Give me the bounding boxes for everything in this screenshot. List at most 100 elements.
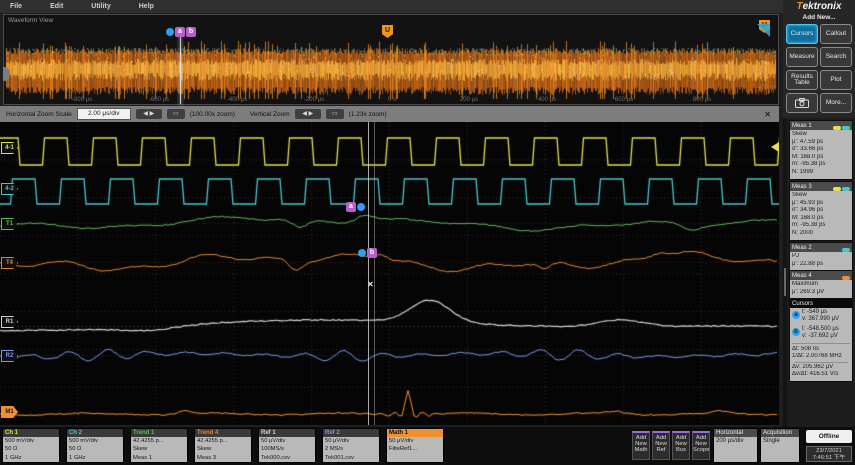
waveform-overview-panel[interactable]: Waveform View a b U U -800 μs -600 μs -4… [3,14,779,105]
math1-badge[interactable]: Math 1 50 μV/div FilteRef1... [386,428,444,463]
cursor-b-chip[interactable]: b [367,248,377,258]
scrollbar-thumb[interactable] [784,268,786,296]
ref2-badge[interactable]: Ref 2 50 μV/div 2 MS/s Tek001.csv [322,428,380,463]
badge-line: 42.4255 p... [133,438,164,444]
search-button[interactable]: Search [820,47,852,67]
add-new-scope-button[interactable]: Add New Scope [692,431,710,460]
cursors-button[interactable]: Cursors [786,24,818,44]
overview-scale-label: 400 m [758,55,775,61]
overview-cursor-line[interactable] [180,29,181,104]
add-new-bus-button[interactable]: Add New Bus [672,431,690,460]
trigger-level-arrow-icon[interactable] [771,142,779,152]
settings-bar: Ch 1 500 mV/div 50 Ω 1 GHz Ch 2 500 mV/d… [0,427,855,465]
v-zoom-arrows-button[interactable]: ◀ ▶ [294,109,321,119]
tektronix-logo: Tektronix [783,1,855,12]
zoom-close-icon[interactable]: ✕ [764,110,771,119]
ch1-badge-title: Ch 1 [3,429,59,437]
offline-button[interactable]: Offline [806,430,852,443]
overview-title: Waveform View [8,17,54,24]
meas4-badge[interactable]: Meas 4 Maximum μ': 269.3 μV [789,270,853,300]
meas-line: μ': 45.93 ps [792,199,823,206]
badge-line: 100MS/s [261,446,284,453]
menu-bar: File Edit Utility Help [0,0,783,13]
more-button[interactable]: More... [820,93,852,113]
main-cursor-b-chips[interactable]: b [358,248,377,258]
source-chip-ch1 [833,125,841,130]
trend4-badge[interactable]: Trend 4 42.4255 p... Skew Meas 3 [194,428,252,463]
datetime-display: 23/7/2021 7:46:51 下午 [806,446,852,462]
plot-button[interactable]: Plot [820,70,852,90]
add-new-ref-button[interactable]: Add New Ref [652,431,670,460]
badge-line: FilteRef1... [389,446,418,453]
delta-line: 1/Δt: 2.00768 MHz [792,353,842,360]
v-zoom-reset-button[interactable]: ▭ [325,109,344,119]
cursor-a-readout: a t: -549 μs v: 367.990 μV [790,308,852,325]
ref2-badge-title: Ref 2 [323,429,379,437]
callout-button[interactable]: Callout [820,24,852,44]
badge-line: 50 Ω [69,446,82,453]
main-waveform-canvas[interactable] [0,122,779,425]
add-new-math-button[interactable]: Add New Math [632,431,650,460]
meas-line: M: 168.0 ps [792,153,824,160]
meas1-badge[interactable]: Meas 1 Skew μ': 47.59 ps σ': 33.66 ps M:… [789,120,853,180]
cursor-b-time: t: -548.500 μs [802,325,839,332]
main-waveform-view[interactable]: 4-1 4-2 T1 T4 R1 R2 M1 a b ✕ [0,122,779,425]
badge-line: 500 mV/div [5,438,34,444]
cursor-a-dot-icon[interactable] [166,28,174,36]
axis-tick-label: 200 μs [459,97,479,103]
meas3-badge[interactable]: Meas 3 Skew μ': 45.93 ps σ': 34.96 ps M:… [789,181,853,241]
screen-capture-button[interactable] [786,93,818,113]
badge-line: Tek000.csv [261,454,290,461]
measure-button[interactable]: Measure [786,47,818,67]
results-scrollbar[interactable] [783,118,787,427]
horizontal-badge[interactable]: Horizontal 200 μs/div [713,428,758,463]
results-table-button[interactable]: Results Table [786,70,818,90]
ch1-badge[interactable]: Ch 1 500 mV/div 50 Ω 1 GHz [2,428,60,463]
axis-tick-label: 600 μs [614,97,634,103]
cursor-a-dot-icon: a [792,311,800,319]
menu-edit[interactable]: Edit [50,3,63,10]
cursor-b-dot-icon[interactable] [358,249,366,257]
add-new-label: Add New... [802,14,836,21]
meas-line: m: -95.38 ps [792,161,826,168]
overview-cursor-chips[interactable]: a b [166,27,196,37]
menu-file[interactable]: File [10,3,22,10]
cursor-a-line[interactable] [368,122,369,425]
delta-line: Δv/Δt: 416.51 V/s [792,371,839,378]
v-zoom-label: Vertical Zoom [249,110,290,118]
cursor-a-chip[interactable]: a [175,27,185,37]
cursor-b-line[interactable] [374,122,375,425]
badge-line: 50 Ω [5,446,18,453]
ref1-badge[interactable]: Ref 1 50 μV/div 100MS/s Tek000.csv [258,428,316,463]
menu-help[interactable]: Help [139,3,154,10]
h-zoom-scale-input[interactable]: 2.00 μs/div [76,108,131,120]
main-cursor-a-chips[interactable]: a [346,202,365,212]
cursor-b-chip[interactable]: b [186,27,196,37]
cursor-a-dot-icon[interactable] [357,203,365,211]
cursor-b-dot-icon: b [792,327,800,336]
cursors-badge[interactable]: Cursors a t: -549 μs v: 367.990 μV b t: … [789,298,853,382]
zoom-filter-icon[interactable] [757,24,770,37]
overview-scale-label: -400 m [756,85,775,91]
cursor-a-chip[interactable]: a [346,202,356,212]
meas-line: σ': 34.96 ps [792,207,824,214]
cursor-a-value: v: 367.990 μV [802,316,840,323]
axis-tick-label: -600 μs [148,97,170,103]
results-bar: Meas 1 Skew μ': 47.59 ps σ': 33.66 ps M:… [783,118,855,427]
horizontal-scale-value: 200 μs/div [716,438,744,444]
h-zoom-arrows-button[interactable]: ◀ ▶ [135,109,162,119]
meas-line: μ': 47.59 ps [792,138,823,145]
ch2-badge[interactable]: Ch 2 500 mV/div 50 Ω 1 GHz [66,428,124,463]
cursor-a-time: t: -549 μs [802,309,828,315]
acquisition-badge-title: Acquisition [761,429,799,437]
meas4-title: Meas 4 [792,272,812,279]
acquisition-badge[interactable]: Acquisition Single [760,428,800,463]
axis-tick-label: -200 μs [303,97,325,103]
menu-utility[interactable]: Utility [91,3,110,10]
horizontal-badge-title: Horizontal [714,429,757,437]
badge-line: 50 μV/div [389,438,414,444]
h-zoom-reset-button[interactable]: ▭ [166,109,185,119]
axis-tick-label: 800 μs [692,97,712,103]
trend1-badge[interactable]: Trend 1 42.4255 p... Skew Meas 1 [130,428,188,463]
cursor-cross-marker[interactable]: ✕ [367,280,374,289]
